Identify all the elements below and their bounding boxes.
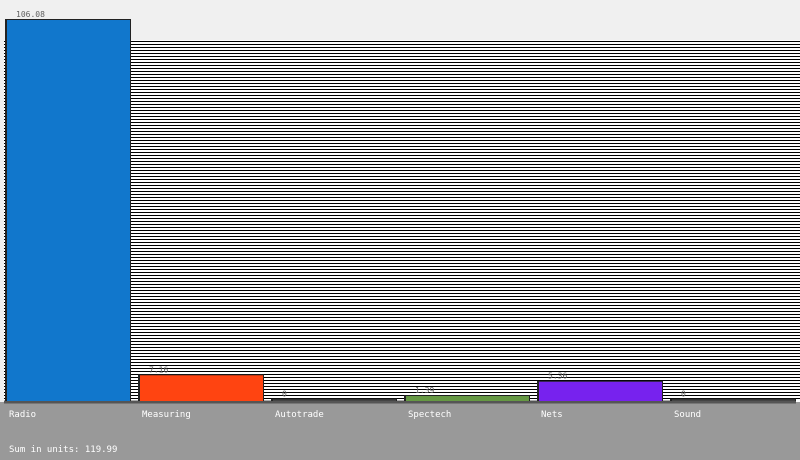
bar-chart: 106.08 7.16 0 1.39 5.36 0 Radio Measuring Autot… bbox=[0, 0, 800, 460]
data-label: 0 bbox=[681, 390, 686, 399]
category-label: Spectech bbox=[408, 410, 451, 420]
category-label: Radio bbox=[9, 410, 36, 420]
bar-spectech bbox=[406, 396, 529, 401]
bar-nets bbox=[539, 381, 662, 401]
category-label: Autotrade bbox=[275, 410, 324, 420]
category-label: Nets bbox=[541, 410, 563, 420]
bar-measuring bbox=[140, 375, 263, 401]
data-label: 1.39 bbox=[415, 386, 434, 395]
bar-sound bbox=[672, 399, 795, 401]
bar-autotrade bbox=[273, 399, 396, 401]
sum-label: Sum in units: 119.99 bbox=[9, 445, 117, 455]
sum-value-text: 119.99 bbox=[85, 445, 118, 455]
data-label: 0 bbox=[282, 390, 287, 399]
category-label: Sound bbox=[674, 410, 701, 420]
sum-label-text: Sum in units: bbox=[9, 445, 79, 455]
bar-radio bbox=[7, 20, 130, 401]
data-label: 106.08 bbox=[16, 10, 45, 19]
data-label: 5.36 bbox=[548, 372, 567, 381]
data-label: 7.16 bbox=[149, 365, 168, 374]
category-label: Measuring bbox=[142, 410, 191, 420]
chart-canvas: 106.08 7.16 0 1.39 5.36 0 Radio Measuring Autot… bbox=[0, 10, 800, 460]
